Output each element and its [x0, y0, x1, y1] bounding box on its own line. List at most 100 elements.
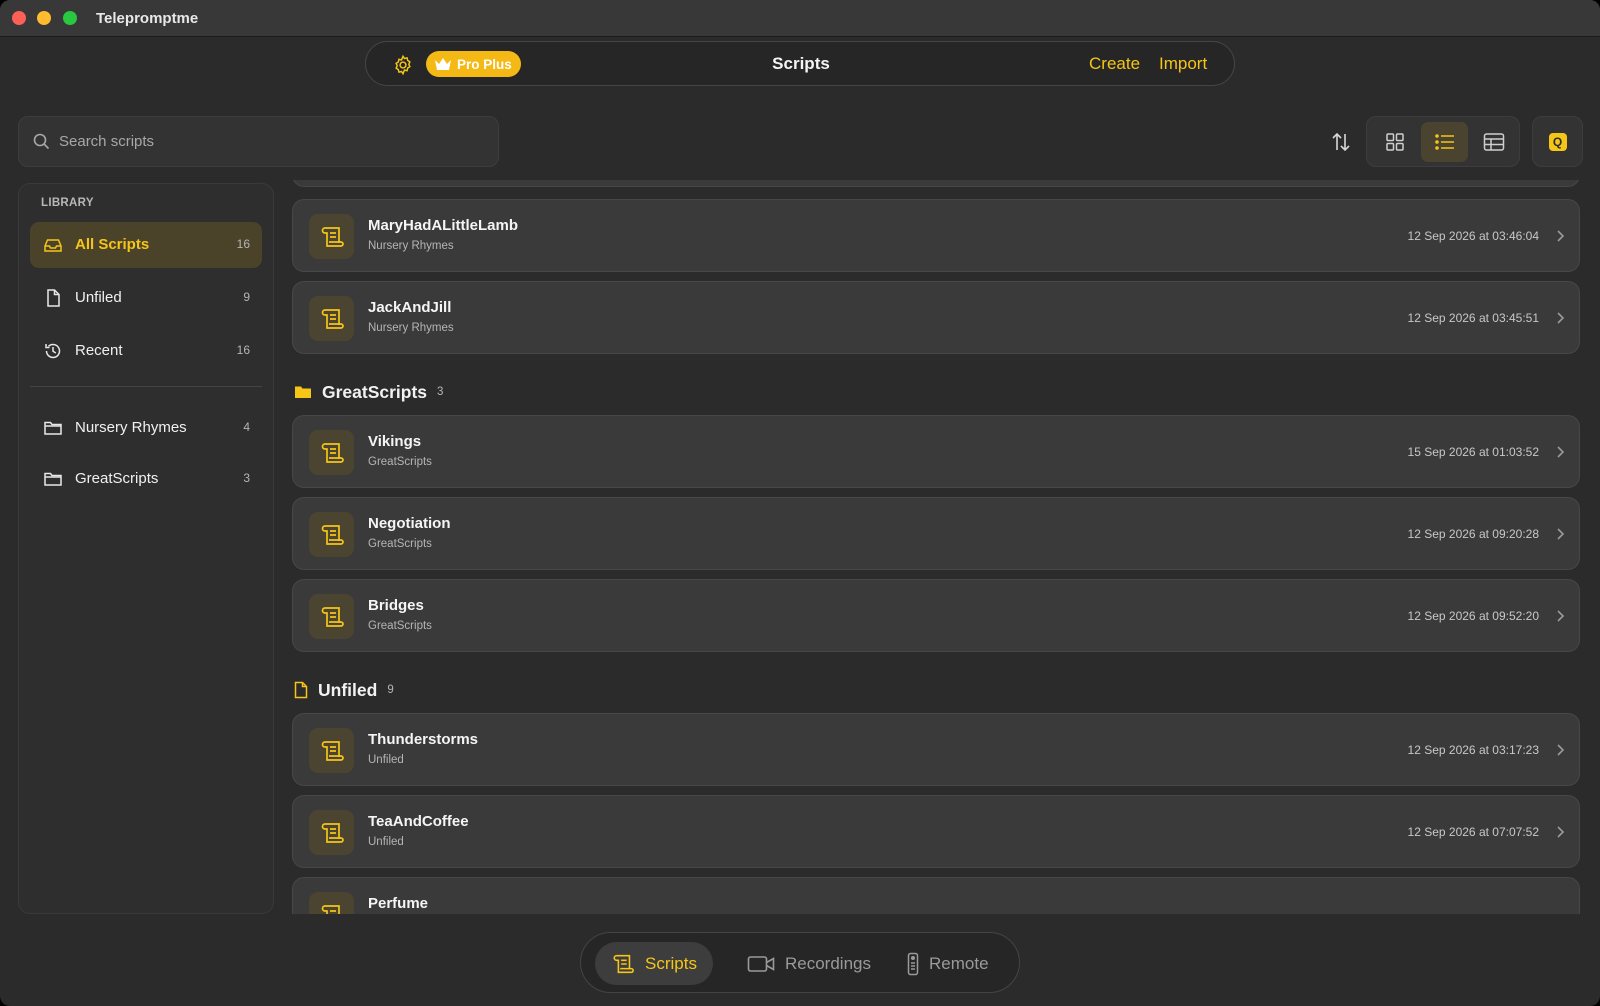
- sidebar-divider: [30, 386, 262, 387]
- history-icon: [43, 341, 63, 361]
- folder-icon: [43, 418, 63, 438]
- app-title: Telepromptme: [96, 10, 199, 27]
- chevron-right-icon: [1557, 744, 1565, 756]
- script-row[interactable]: Negotiation GreatScripts 12 Sep 2026 at …: [292, 497, 1580, 570]
- script-icon: [309, 430, 354, 475]
- search-bar: [18, 116, 499, 167]
- script-title: Vikings: [368, 433, 422, 450]
- sidebar-item-label: All Scripts: [75, 236, 150, 253]
- script-date: 12 Sep 2026 at 09:52:20: [1407, 609, 1539, 623]
- sidebar-item-count: 4: [243, 420, 250, 434]
- script-title: Thunderstorms: [368, 731, 479, 748]
- script-folder: GreatScripts: [368, 620, 432, 632]
- section-header-greatscripts: GreatScripts 3: [294, 380, 443, 404]
- search-input[interactable]: [59, 117, 489, 166]
- document-icon: [43, 288, 63, 308]
- script-folder: Unfiled: [368, 754, 404, 766]
- script-date: 12 Sep 2026 at 03:46:04: [1407, 229, 1539, 243]
- sidebar-item-nursery-rhymes[interactable]: Nursery Rhymes 4: [30, 405, 262, 451]
- table-icon: [1483, 133, 1504, 151]
- script-row[interactable]: Thunderstorms Unfiled 12 Sep 2026 at 03:…: [292, 713, 1580, 786]
- script-icon: [309, 594, 354, 639]
- sidebar-item-count: 9: [243, 290, 250, 304]
- crown-icon: [435, 58, 451, 70]
- folder-filled-icon: [295, 386, 311, 398]
- create-button[interactable]: Create: [1089, 54, 1140, 74]
- tab-recordings[interactable]: Recordings: [731, 942, 887, 985]
- top-toolbar: Pro Plus Scripts Create Import: [365, 41, 1235, 86]
- script-icon: [309, 810, 354, 855]
- tab-label: Recordings: [785, 953, 871, 973]
- script-title: JackAndJill: [368, 299, 452, 316]
- tab-scripts[interactable]: Scripts: [595, 942, 713, 985]
- tab-remote[interactable]: Remote: [891, 942, 1005, 985]
- list-icon: [1434, 134, 1454, 150]
- sidebar-item-all-scripts[interactable]: All Scripts 16: [30, 222, 262, 268]
- sidebar-item-count: 3: [243, 471, 250, 485]
- chevron-right-icon: [1557, 312, 1565, 324]
- close-window-button[interactable]: [12, 11, 26, 25]
- script-icon: [309, 214, 354, 259]
- script-title: Negotiation: [368, 515, 451, 532]
- section-count: 3: [437, 386, 444, 398]
- sort-icon[interactable]: [1329, 130, 1353, 154]
- script-row[interactable]: JackAndJill Nursery Rhymes 12 Sep 2026 a…: [292, 281, 1580, 354]
- app-window: Telepromptme Pro Plus Scripts Create Imp…: [0, 0, 1600, 1006]
- import-button[interactable]: Import: [1159, 54, 1207, 74]
- script-title: MaryHadALittleLamb: [368, 217, 519, 234]
- section-title: Unfiled: [318, 679, 378, 700]
- sidebar-item-label: GreatScripts: [75, 470, 159, 487]
- bottom-tab-bar: Scripts Recordings Remote: [580, 932, 1020, 993]
- script-date: 12 Sep 2026 at 07:07:52: [1407, 825, 1539, 839]
- library-sidebar: LIBRARY All Scripts 16 Unfiled 9 Recent …: [18, 183, 274, 914]
- zoom-window-button[interactable]: [63, 11, 77, 25]
- script-icon: [613, 954, 634, 973]
- script-row[interactable]: MaryHadALittleLamb Nursery Rhymes 12 Sep…: [292, 199, 1580, 272]
- sidebar-item-unfiled[interactable]: Unfiled 9: [30, 275, 262, 321]
- library-section-label: LIBRARY: [41, 197, 94, 209]
- section-header-unfiled: Unfiled 9: [294, 678, 394, 702]
- sidebar-item-label: Recent: [75, 342, 123, 359]
- settings-gear-icon[interactable]: [392, 54, 414, 76]
- sidebar-item-greatscripts[interactable]: GreatScripts 3: [30, 456, 262, 502]
- chevron-right-icon: [1557, 446, 1565, 458]
- pro-plus-badge[interactable]: Pro Plus: [426, 51, 521, 77]
- folder-icon: [43, 469, 63, 489]
- tray-icon: [43, 235, 63, 255]
- chevron-right-icon: [1557, 230, 1565, 242]
- title-bar: Telepromptme: [0, 0, 1600, 37]
- script-row[interactable]: Perfume: [292, 877, 1580, 914]
- script-icon: [309, 296, 354, 341]
- script-row[interactable]: TeaAndCoffee Unfiled 12 Sep 2026 at 07:0…: [292, 795, 1580, 868]
- list-view-button[interactable]: [1421, 122, 1468, 162]
- table-view-button[interactable]: [1470, 122, 1517, 162]
- document-outline-icon: [294, 681, 308, 699]
- script-title: Bridges: [368, 597, 424, 614]
- chevron-right-icon: [1557, 610, 1565, 622]
- chevron-right-icon: [1557, 528, 1565, 540]
- sidebar-item-recent[interactable]: Recent 16: [30, 328, 262, 374]
- script-date: 12 Sep 2026 at 09:20:28: [1407, 527, 1539, 541]
- script-icon: [309, 728, 354, 773]
- script-date: 12 Sep 2026 at 03:45:51: [1407, 311, 1539, 325]
- script-row[interactable]: Bridges GreatScripts 12 Sep 2026 at 09:5…: [292, 579, 1580, 652]
- chevron-right-icon: [1557, 826, 1565, 838]
- view-mode-switcher: [1366, 116, 1520, 167]
- tab-label: Remote: [929, 953, 989, 973]
- section-title: GreatScripts: [322, 381, 428, 402]
- sidebar-item-label: Unfiled: [75, 289, 122, 306]
- script-row-partial[interactable]: [292, 180, 1580, 187]
- section-count: 9: [387, 684, 394, 696]
- script-folder: GreatScripts: [368, 456, 432, 468]
- script-folder: Nursery Rhymes: [368, 322, 454, 334]
- remote-icon: [907, 952, 919, 975]
- grid-view-button[interactable]: [1371, 122, 1418, 162]
- script-row[interactable]: Vikings GreatScripts 15 Sep 2026 at 01:0…: [292, 415, 1580, 488]
- sidebar-item-count: 16: [236, 237, 250, 251]
- quick-launch-button[interactable]: Q: [1532, 116, 1583, 167]
- q-icon: Q: [1548, 132, 1567, 151]
- minimize-window-button[interactable]: [37, 11, 51, 25]
- script-folder: Unfiled: [368, 836, 404, 848]
- script-date: 15 Sep 2026 at 01:03:52: [1407, 445, 1539, 459]
- video-camera-icon: [747, 955, 775, 972]
